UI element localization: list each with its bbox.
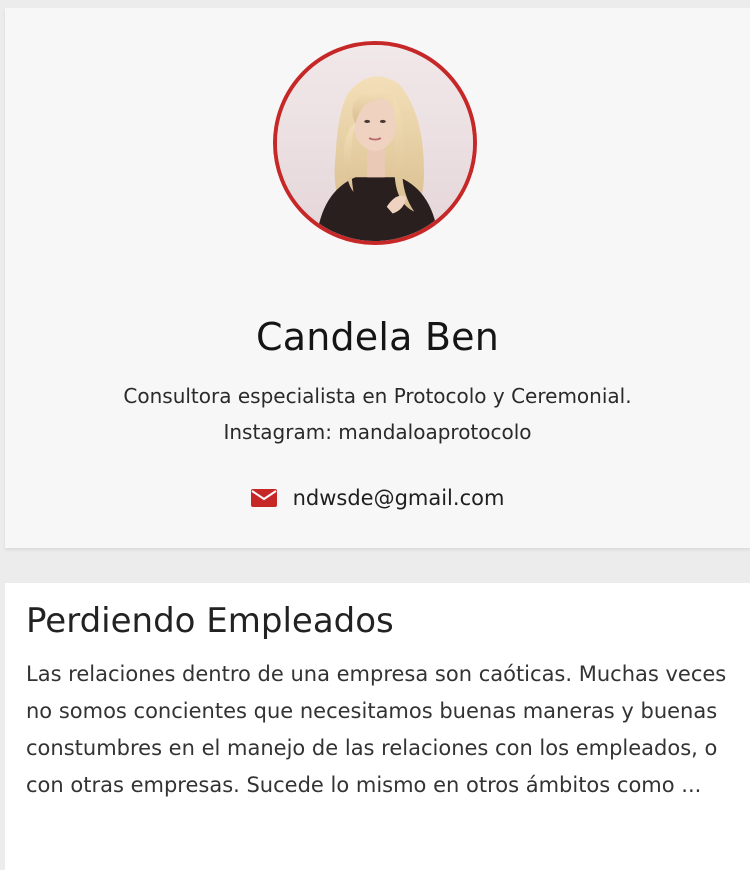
article-excerpt: Las relaciones dentro de una empresa son… bbox=[26, 662, 727, 797]
author-profile-card: Candela Ben Consultora especialista en P… bbox=[5, 8, 750, 548]
article-title[interactable]: Perdiendo Empleados bbox=[26, 601, 394, 641]
author-photo bbox=[277, 45, 473, 241]
page: Candela Ben Consultora especialista en P… bbox=[0, 0, 750, 870]
article-card[interactable]: Perdiendo Empleados Las relaciones dentr… bbox=[5, 583, 750, 870]
author-avatar bbox=[273, 41, 477, 245]
author-contact: ndwsde@gmail.com bbox=[5, 486, 750, 510]
author-name: Candela Ben bbox=[255, 315, 500, 360]
envelope-icon bbox=[250, 489, 277, 507]
author-bio: Consultora especialista en Protocolo y C… bbox=[123, 384, 632, 444]
author-email-link[interactable]: ndwsde@gmail.com bbox=[293, 486, 505, 510]
